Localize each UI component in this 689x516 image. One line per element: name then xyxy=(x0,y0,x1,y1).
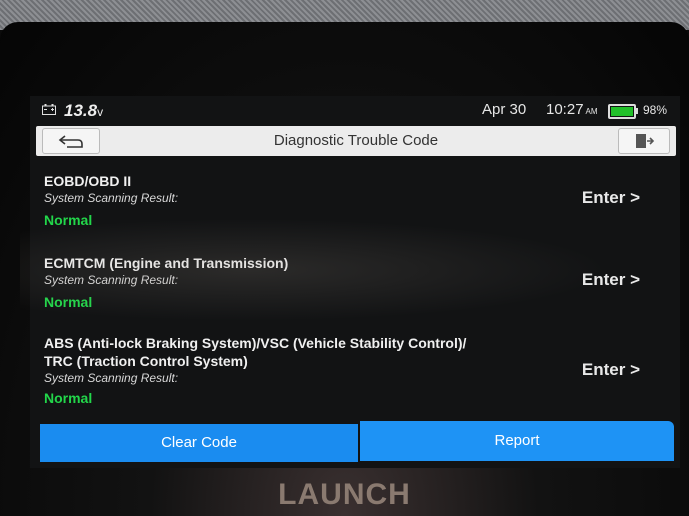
system-result-label: System Scanning Result: xyxy=(44,191,179,205)
exit-button[interactable] xyxy=(618,128,670,154)
system-status: Normal xyxy=(44,294,93,310)
status-ampm: AM xyxy=(585,107,598,116)
enter-button-eobd[interactable]: Enter > xyxy=(582,188,640,208)
battery-fill xyxy=(611,107,633,116)
device-screen: 13.8v Apr 30 10:27 AM 98% Diagnostic Trou… xyxy=(30,96,680,468)
status-time: 10:27 AM xyxy=(546,101,598,118)
system-item-eobd[interactable]: EOBD/OBD II System Scanning Result: Norm… xyxy=(44,172,664,228)
enter-button-abs[interactable]: Enter > xyxy=(582,360,640,380)
enter-button-ecmtcm[interactable]: Enter > xyxy=(582,270,640,290)
battery-percent: 98% xyxy=(643,103,668,117)
title-bar: Diagnostic Trouble Code xyxy=(36,126,676,156)
voltage-unit: v xyxy=(97,105,104,119)
launch-logo: LAUNCH xyxy=(278,478,411,511)
system-name-line1: ABS (Anti-lock Braking System)/VSC (Vehi… xyxy=(44,335,467,351)
system-result-label: System Scanning Result: xyxy=(44,273,179,287)
system-status: Normal xyxy=(44,390,93,406)
exit-icon xyxy=(636,134,655,148)
report-button[interactable]: Report xyxy=(360,421,674,461)
system-item-abs[interactable]: ABS (Anti-lock Braking System)/VSC (Vehi… xyxy=(44,334,664,406)
system-name: EOBD/OBD II xyxy=(44,173,132,189)
system-name: ECMTCM (Engine and Transmission) xyxy=(44,255,289,271)
status-bar: 13.8v Apr 30 10:27 AM 98% xyxy=(30,96,680,124)
bottom-toolbar: Clear Code Report xyxy=(40,421,674,462)
system-status: Normal xyxy=(44,212,93,228)
car-battery-icon xyxy=(42,104,56,115)
system-name-line2: TRC (Traction Control System) xyxy=(44,353,248,369)
page-title: Diagnostic Trouble Code xyxy=(273,132,439,149)
voltage-reading: 13.8v xyxy=(64,101,104,120)
system-item-ecmtcm[interactable]: ECMTCM (Engine and Transmission) System … xyxy=(44,254,664,310)
clear-code-button[interactable]: Clear Code xyxy=(40,424,358,462)
battery-tip xyxy=(635,108,638,114)
battery-icon xyxy=(608,104,636,119)
status-date: Apr 30 xyxy=(482,101,527,118)
system-result-label: System Scanning Result: xyxy=(44,371,179,385)
